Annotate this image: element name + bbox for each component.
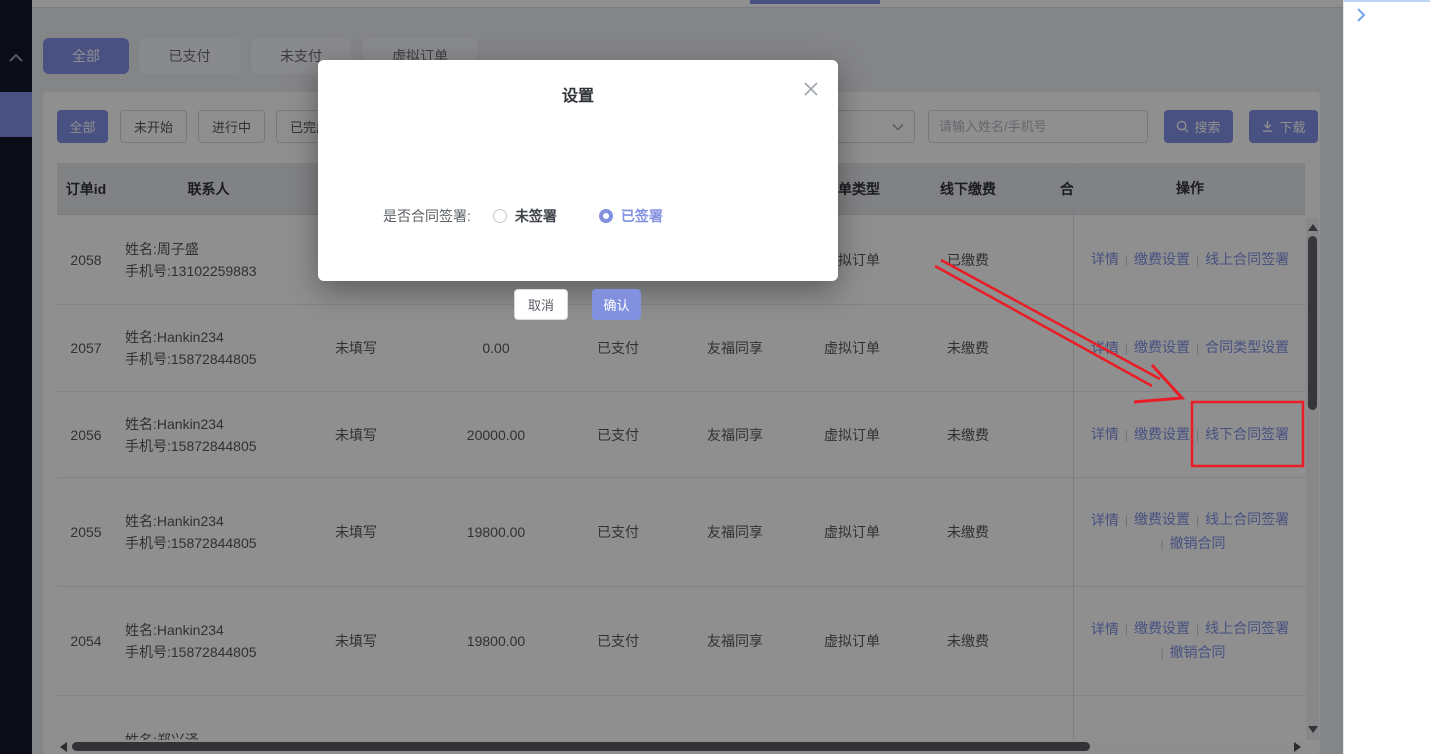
radio-selected-icon[interactable] [599,209,613,223]
radio-unselected-icon[interactable] [493,209,507,223]
contract-signed-field: 是否合同签署: 未签署 已签署 [383,206,663,226]
radio-unsigned-label: 未签署 [515,206,557,226]
modal-footer: 取消 确认 [318,289,838,321]
confirm-button[interactable]: 确认 [592,289,641,320]
cancel-button[interactable]: 取消 [514,289,568,320]
radio-signed-label: 已签署 [621,206,663,226]
right-side-panel [1343,0,1430,754]
modal-title: 设置 [318,82,838,106]
close-icon[interactable] [803,81,819,97]
radio-option-signed[interactable]: 已签署 [599,206,663,226]
radio-option-unsigned[interactable]: 未签署 [493,206,557,226]
field-label: 是否合同签署: [383,206,471,226]
expand-right-icon[interactable] [1354,7,1368,23]
settings-modal: 设置 是否合同签署: 未签署 已签署 取消 确认 [318,60,838,281]
